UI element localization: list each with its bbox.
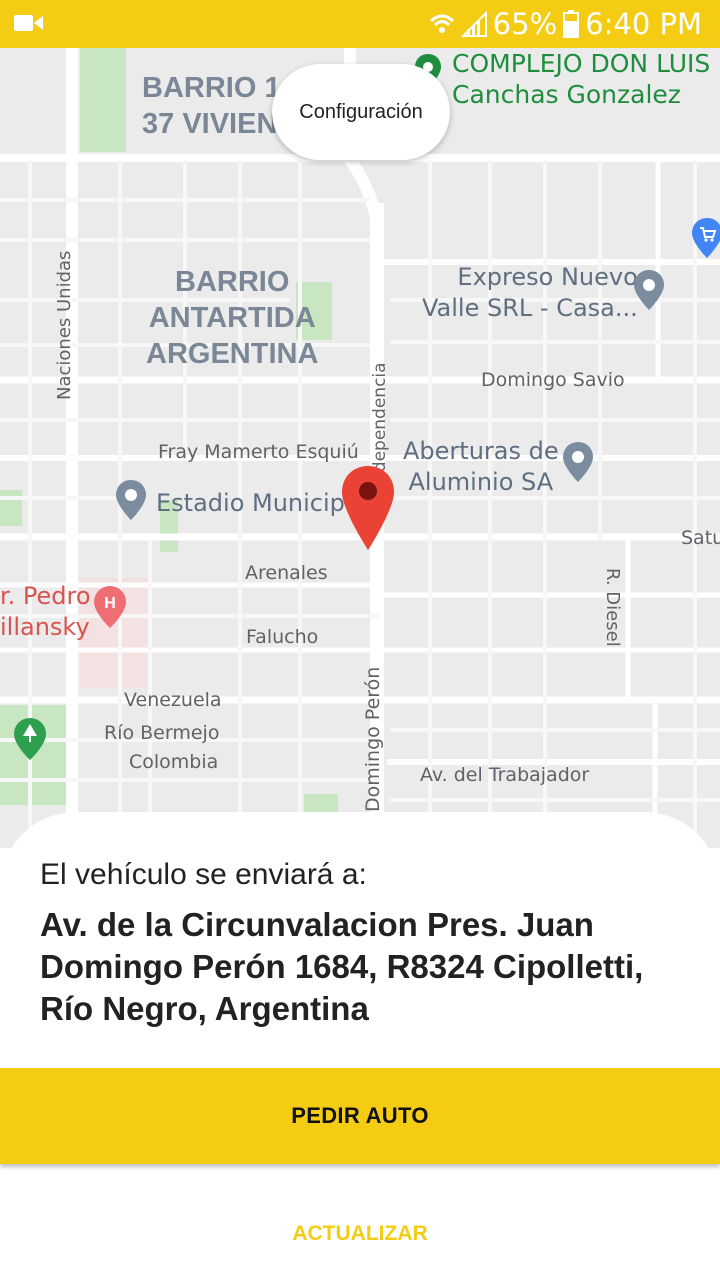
signal-icon	[460, 11, 487, 37]
street-label-venezuela: Venezuela	[124, 689, 222, 711]
street-label-fray-mamerto: Fray Mamerto Esquiú	[158, 441, 359, 463]
street-label-naciones-unidas: Naciones Unidas	[54, 250, 75, 400]
area-label-barrio-antartida: BARRIO ANTARTIDA ARGENTINA	[146, 266, 319, 370]
street-label-domingo-peron: Domingo Perón	[362, 666, 384, 812]
poi-aberturas-aluminio[interactable]: Aberturas de Aluminio SA	[403, 436, 559, 498]
svg-text:H: H	[104, 595, 116, 612]
configuration-button[interactable]: Configuración	[272, 64, 450, 160]
destination-address: Av. de la Circunvalacion Pres. Juan Domi…	[40, 906, 644, 1027]
place-marker-icon[interactable]	[634, 270, 664, 310]
wifi-icon	[429, 14, 454, 33]
location-pin-icon[interactable]	[342, 466, 394, 550]
poi-complejo-don-luis[interactable]: COMPLEJO DON LUIS Canchas Gonzalez	[452, 48, 710, 110]
place-marker-icon[interactable]	[563, 442, 593, 482]
map-view[interactable]: BARRIO 1 37 VIVIEN BARRIO ANTARTIDA ARGE…	[0, 48, 720, 848]
park-marker-icon[interactable]	[14, 718, 46, 760]
street-label-domingo-savio: Domingo Savio	[481, 369, 625, 391]
area-label-barrio-viviendas: BARRIO 1 37 VIVIEN	[142, 72, 281, 140]
video-camera-icon	[14, 15, 43, 31]
battery-percent: 65%	[492, 7, 558, 41]
street-label-rio-bermejo: Río Bermejo	[104, 722, 220, 744]
status-bar: 65% 6:40 PM	[0, 0, 720, 48]
street-label-falucho: Falucho	[246, 626, 319, 648]
place-marker-icon[interactable]	[116, 480, 146, 520]
battery-icon	[563, 10, 580, 38]
refresh-button[interactable]: ACTUALIZAR	[0, 1210, 720, 1258]
street-label-satu: Satu	[681, 527, 720, 549]
poi-hospital[interactable]: r. Pedro illansky	[0, 581, 91, 643]
street-label-arenales: Arenales	[245, 562, 328, 584]
request-car-button[interactable]: PEDIR AUTO	[0, 1068, 720, 1164]
street-label-colombia: Colombia	[129, 751, 219, 773]
street-label-av-trabajador: Av. del Trabajador	[420, 764, 590, 786]
hospital-marker-icon[interactable]: H	[94, 586, 126, 628]
clock: 6:40 PM	[585, 7, 702, 41]
poi-estadio-municipal[interactable]: Estadio Municipal	[156, 488, 366, 519]
street-label-r-diesel: R. Diesel	[602, 568, 623, 647]
shopping-cart-icon[interactable]	[692, 218, 720, 258]
destination-caption: El vehículo se enviará a:	[40, 858, 367, 891]
poi-expreso-nuevo-valle[interactable]: Expreso Nuevo Valle SRL - Casa...	[422, 262, 638, 324]
